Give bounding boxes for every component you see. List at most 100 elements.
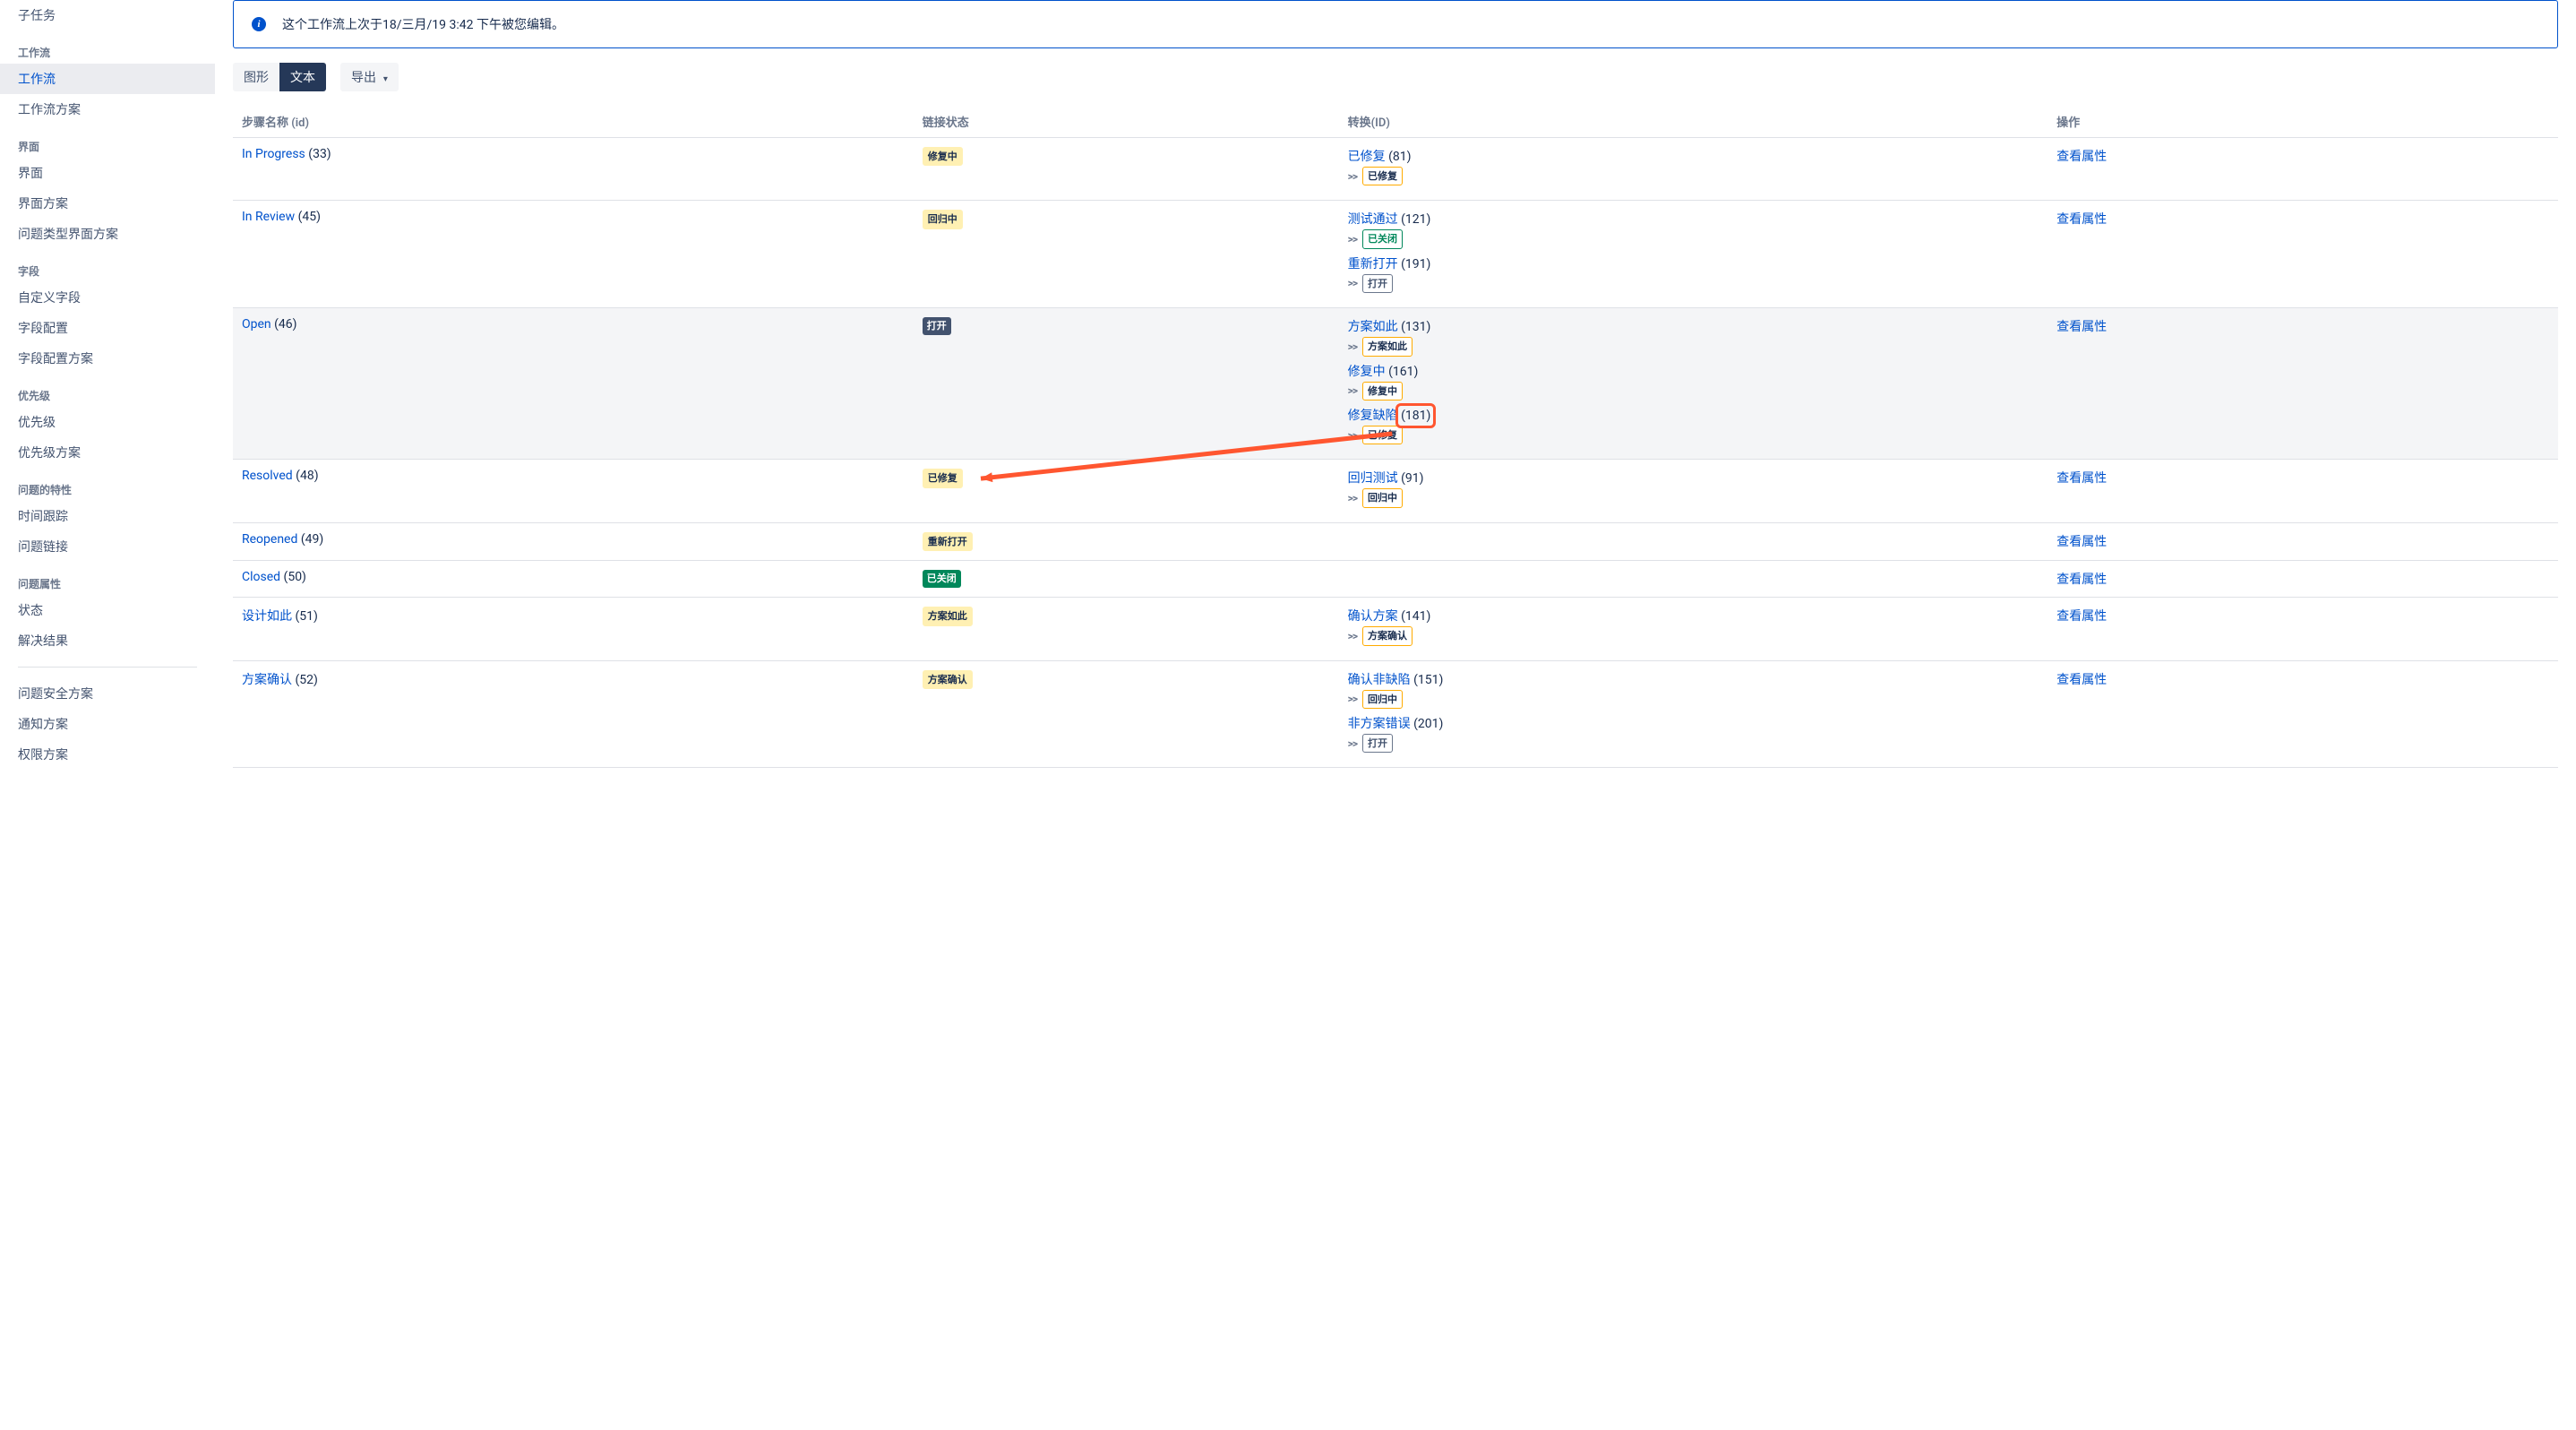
sidebar-heading-issue-attrs: 问题属性 [0,562,215,595]
step-name-link[interactable]: Resolved [242,469,293,483]
sidebar-item-issue-links[interactable]: 问题链接 [0,531,215,562]
transition-block: 修复缺陷 (181)>>已修复 [1348,406,2039,444]
view-properties-link[interactable]: 查看属性 [2057,573,2107,587]
step-name-link[interactable]: In Progress [242,147,305,161]
sidebar-item-time-tracking[interactable]: 时间跟踪 [0,501,215,531]
info-text: 这个工作流上次于18/三月/19 3:42 下午被您编辑。 [282,15,564,33]
transition-block: 非方案错误 (201)>>打开 [1348,714,2039,753]
step-id: (45) [298,210,321,224]
sidebar-item-screen[interactable]: 界面 [0,158,215,188]
table-row: Reopened (49)重新打开查看属性 [233,522,2558,560]
status-lozenge: 方案如此 [923,607,973,625]
sidebar-item-issue-security-scheme[interactable]: 问题安全方案 [0,678,215,709]
sidebar-heading-priority: 优先级 [0,374,215,407]
table-row: 方案确认 (52)方案确认确认非缺陷 (151)>>回归中非方案错误 (201)… [233,660,2558,768]
transition-name-link[interactable]: 方案如此 [1348,320,1398,334]
transition-name-link[interactable]: 修复缺陷 [1348,409,1398,423]
step-id: (51) [295,609,317,624]
step-name-link[interactable]: Reopened [242,532,297,547]
export-button[interactable]: 导出 ▾ [340,63,399,91]
col-header-ops: 操作 [2048,106,2558,138]
sidebar-item-workflow-scheme[interactable]: 工作流方案 [0,94,215,125]
status-lozenge: 打开 [923,317,951,334]
transition-id: (141) [1401,609,1430,624]
transition-arrow-icon: >> [1348,233,1357,246]
transition-name-link[interactable]: 确认非缺陷 [1348,673,1411,687]
table-row: Open (46)打开方案如此 (131)>>方案如此修复中 (161)>>修复… [233,308,2558,460]
view-properties-link[interactable]: 查看属性 [2057,212,2107,227]
diagram-button[interactable]: 图形 [233,63,279,91]
transition-arrow-icon: >> [1348,170,1357,183]
sidebar-item-resolutions[interactable]: 解决结果 [0,625,215,656]
sidebar-heading-issue-features: 问题的特性 [0,468,215,501]
transition-name-link[interactable]: 修复中 [1348,365,1386,379]
col-header-transitions: 转换(ID) [1339,106,2048,138]
transition-id: (121) [1401,212,1430,227]
transition-arrow-icon: >> [1348,429,1357,442]
step-id: (48) [296,469,318,483]
transition-id: (161) [1388,365,1418,379]
step-name-link[interactable]: 设计如此 [242,609,292,624]
table-row: In Progress (33)修复中已修复 (81)>>已修复查看属性 [233,138,2558,201]
status-lozenge: 方案确认 [923,670,973,689]
transition-name-link[interactable]: 重新打开 [1348,257,1398,271]
status-lozenge: 修复中 [923,147,963,166]
transition-name-link[interactable]: 测试通过 [1348,212,1398,227]
view-properties-link[interactable]: 查看属性 [2057,609,2107,624]
transition-block: 修复中 (161)>>修复中 [1348,362,2039,401]
transition-dest-lozenge: 打开 [1362,274,1393,293]
transition-dest-lozenge: 方案如此 [1362,337,1413,356]
info-icon: i [252,17,266,31]
status-lozenge: 重新打开 [923,532,973,551]
transition-name-link[interactable]: 确认方案 [1348,609,1398,624]
transition-name-link[interactable]: 已修复 [1348,150,1386,164]
step-name-link[interactable]: Closed [242,570,280,584]
view-properties-link[interactable]: 查看属性 [2057,471,2107,486]
step-id: (52) [295,673,317,687]
sidebar-item-statuses[interactable]: 状态 [0,595,215,625]
sidebar-item-custom-fields[interactable]: 自定义字段 [0,282,215,313]
transition-name-link[interactable]: 非方案错误 [1348,717,1411,731]
step-name-link[interactable]: In Review [242,210,295,224]
transition-id: (81) [1388,150,1411,164]
sidebar-item-issuetype-screen-scheme[interactable]: 问题类型界面方案 [0,219,215,249]
transition-id: (151) [1413,673,1443,687]
sidebar-item-priority-scheme[interactable]: 优先级方案 [0,437,215,468]
transition-block: 测试通过 (121) >> 已关闭 [1348,210,2039,248]
sidebar-item-notification-scheme[interactable]: 通知方案 [0,709,215,739]
col-header-step: 步骤名称 (id) [233,106,914,138]
view-properties-link[interactable]: 查看属性 [2057,673,2107,687]
sidebar-item-priority[interactable]: 优先级 [0,407,215,437]
transition-arrow-icon: >> [1348,693,1357,705]
col-header-status: 链接状态 [914,106,1339,138]
transition-name-link[interactable]: 回归测试 [1348,471,1398,486]
transition-id: (181) [1401,409,1430,423]
view-properties-link[interactable]: 查看属性 [2057,320,2107,334]
transition-arrow-icon: >> [1348,630,1357,642]
sidebar-item-field-config-scheme[interactable]: 字段配置方案 [0,343,215,374]
view-properties-link[interactable]: 查看属性 [2057,535,2107,549]
transition-block: 确认方案 (141) >> 方案确认 [1348,607,2039,645]
status-lozenge: 已修复 [923,469,963,487]
step-id: (33) [308,147,331,161]
transition-block: 已修复 (81)>>已修复 [1348,147,2039,185]
transition-id: (91) [1401,471,1423,486]
step-name-link[interactable]: 方案确认 [242,673,292,687]
transition-block: 重新打开 (191)>>打开 [1348,254,2039,293]
transition-dest-lozenge: 已关闭 [1362,229,1403,248]
sidebar-item-permission-scheme[interactable]: 权限方案 [0,739,215,770]
sidebar-item-workflow[interactable]: 工作流 [0,64,215,94]
table-row: Closed (50)已关闭查看属性 [233,561,2558,598]
sidebar-heading-screen: 界面 [0,125,215,158]
transition-dest-lozenge: 方案确认 [1362,626,1413,645]
status-lozenge: 回归中 [923,210,963,228]
view-properties-link[interactable]: 查看属性 [2057,150,2107,164]
info-panel: i 这个工作流上次于18/三月/19 3:42 下午被您编辑。 [233,0,2558,48]
transition-dest-lozenge: 回归中 [1362,488,1403,507]
sidebar-item-subtask[interactable]: 子任务 [0,0,215,30]
text-button[interactable]: 文本 [279,63,326,91]
step-name-link[interactable]: Open [242,317,271,332]
export-label: 导出 [351,70,376,84]
sidebar-item-screen-scheme[interactable]: 界面方案 [0,188,215,219]
sidebar-item-field-config[interactable]: 字段配置 [0,313,215,343]
